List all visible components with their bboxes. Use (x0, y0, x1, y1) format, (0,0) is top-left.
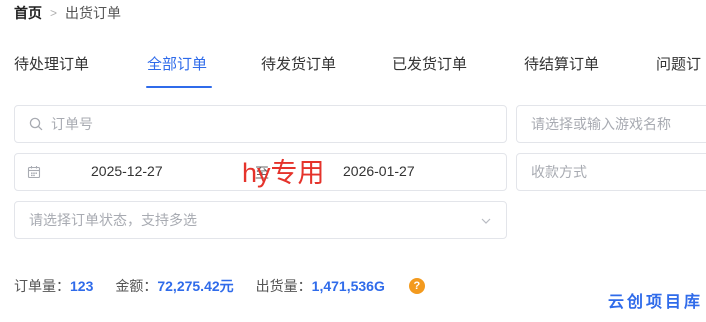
order-summary: 订单量： 123 金额： 72,275.42元 出货量： 1,471,536G … (14, 276, 425, 296)
chevron-down-icon (480, 214, 492, 230)
breadcrumb: 首页 > 出货订单 (14, 4, 121, 22)
tab-pending-processing[interactable]: 待处理订单 (14, 54, 89, 88)
breadcrumb-separator: > (50, 6, 58, 20)
date-start-value[interactable]: 2025-12-27 (91, 163, 163, 179)
breadcrumb-home[interactable]: 首页 (14, 3, 42, 23)
date-end-value[interactable]: 2026-01-27 (343, 163, 415, 179)
order-count-label: 订单量： (14, 278, 70, 294)
breadcrumb-current: 出货订单 (65, 5, 122, 21)
game-name-select[interactable]: 请选择或输入游戏名称 (516, 105, 706, 143)
shipped-quantity-value: 1,471,536G (311, 278, 385, 294)
tab-problem-orders[interactable]: 问题订 (656, 54, 701, 88)
order-count-value: 123 (70, 278, 94, 294)
order-tabs: 待处理订单 全部订单 待发货订单 已发货订单 待结算订单 问题订 (0, 54, 706, 88)
tab-all-orders[interactable]: 全部订单 (147, 54, 207, 88)
order-status-placeholder: 请选择订单状态，支持多选 (29, 212, 197, 228)
game-name-placeholder: 请选择或输入游戏名称 (531, 116, 671, 132)
amount-value: 72,275.42元 (157, 278, 234, 294)
active-tab-indicator (146, 86, 212, 88)
payment-method-placeholder: 收款方式 (531, 164, 587, 180)
calendar-icon (27, 165, 41, 179)
payment-method-select[interactable]: 收款方式 (516, 153, 706, 191)
tab-pending-shipment[interactable]: 待发货订单 (261, 54, 336, 88)
amount-label: 金额： (115, 278, 158, 294)
tab-pending-settlement[interactable]: 待结算订单 (524, 54, 599, 88)
brand-watermark: 云创项目库 (608, 294, 704, 311)
search-icon (29, 117, 43, 131)
tab-shipped[interactable]: 已发货订单 (392, 54, 467, 88)
order-number-placeholder: 订单号 (51, 116, 93, 132)
watermark-text: hy专用 (242, 158, 325, 188)
order-number-search-input[interactable]: 订单号 (14, 105, 507, 143)
order-status-multiselect[interactable]: 请选择订单状态，支持多选 (14, 201, 507, 239)
shipped-quantity-label: 出货量： (255, 278, 312, 294)
help-icon[interactable]: ? (408, 278, 425, 294)
